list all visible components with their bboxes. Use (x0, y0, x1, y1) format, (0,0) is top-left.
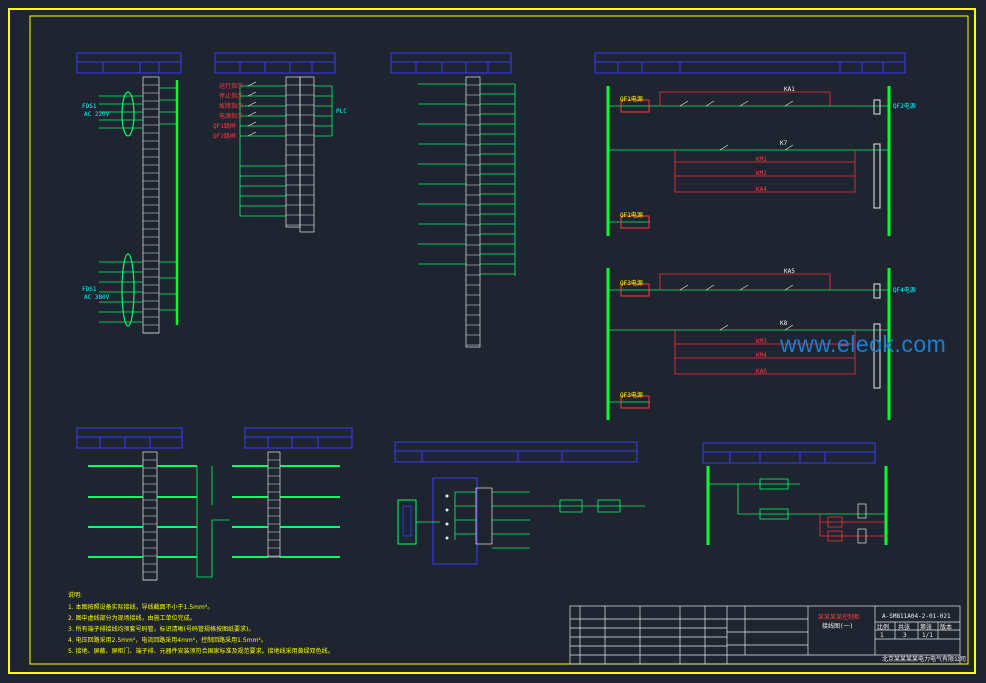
company-name: 北京某某某某电力电气有限公司 (882, 656, 967, 663)
drawing-title-1: 某某某某控制柜 (818, 614, 861, 621)
sheet-label-3: 第张 (920, 624, 933, 631)
circuit-top-left-label: QF1电源 (620, 96, 643, 103)
sheet-label-2: 共张 (898, 624, 911, 631)
sheet-value-1: 1 (880, 632, 884, 639)
alarm-label-3: 故障指示 (219, 103, 244, 110)
circuit-top-row-5: KA4 (756, 186, 767, 193)
feeder-name-2: FDS1 (82, 286, 97, 293)
sheet-label-1: 比例 (877, 624, 890, 631)
circuit-bottom-right-label: QF4电源 (893, 287, 916, 294)
sheet-value-3: 1/1 (922, 632, 933, 639)
alarm-label-5: QF1跳闸 (213, 123, 236, 130)
sheet-value-2: 3 (903, 632, 907, 639)
circuit-bottom-row-2: K8 (780, 320, 788, 327)
circuit-bottom-row-1: KA5 (784, 268, 795, 275)
circuit-top-row-2: K7 (780, 140, 788, 147)
sheet-label-4: 版本 (940, 624, 953, 631)
plc-output-label: PLC (336, 108, 347, 115)
circuit-top-left-label-2: QF1电源 (620, 212, 643, 219)
notes-title: 说明: (68, 592, 83, 599)
circuit-top-row-1: KA1 (784, 86, 795, 93)
feeder-name-1: FDS1 (82, 103, 97, 110)
circuit-bottom-row-5: KA6 (756, 368, 767, 375)
circuit-bottom-row-4: KM4 (756, 352, 767, 359)
feeder-voltage-1: AC 220V (84, 111, 110, 118)
alarm-label-2: 停止指示 (219, 93, 244, 100)
alarm-label-4: 电源指示 (219, 113, 244, 120)
watermark-text: www.eleok.com (780, 331, 947, 357)
circuit-bottom-left-label-2: QF3电源 (620, 392, 643, 399)
note-1: 1. 本图按照设备实际接线，导线截面不小于1.5mm²。 (68, 604, 214, 611)
circuit-top-right-label: QF2电源 (893, 103, 916, 110)
circuit-bottom-left-label: QF3电源 (620, 280, 643, 287)
drawing-number: A-SM811A04-2-01-021 (882, 613, 951, 620)
note-4: 4. 电压回路采用2.5mm²，电流回路采用4mm²，控制回路采用1.5mm²。 (68, 637, 267, 644)
note-2: 2. 图中虚线部分为现场接线，由施工单位完成。 (68, 615, 196, 622)
note-5: 5. 接地、屏蔽、屏柜门、端子排、元器件安装须符合国家标准及规范要求。接地线采用… (68, 648, 334, 655)
note-3: 3. 所有端子排接线均须套号码管，标识清晰(号码管规格按图纸要求)。 (68, 626, 255, 633)
circuit-top-row-3: KM1 (756, 156, 767, 163)
drawing-title-2: 接线图(一) (822, 623, 854, 630)
circuit-bottom-row-3: KM3 (756, 338, 767, 345)
alarm-label-6: QF2跳闸 (213, 133, 236, 140)
alarm-label-1: 运行指示 (219, 83, 244, 90)
feeder-voltage-2: AC 380V (84, 294, 110, 301)
circuit-top-row-4: KM2 (756, 170, 767, 177)
